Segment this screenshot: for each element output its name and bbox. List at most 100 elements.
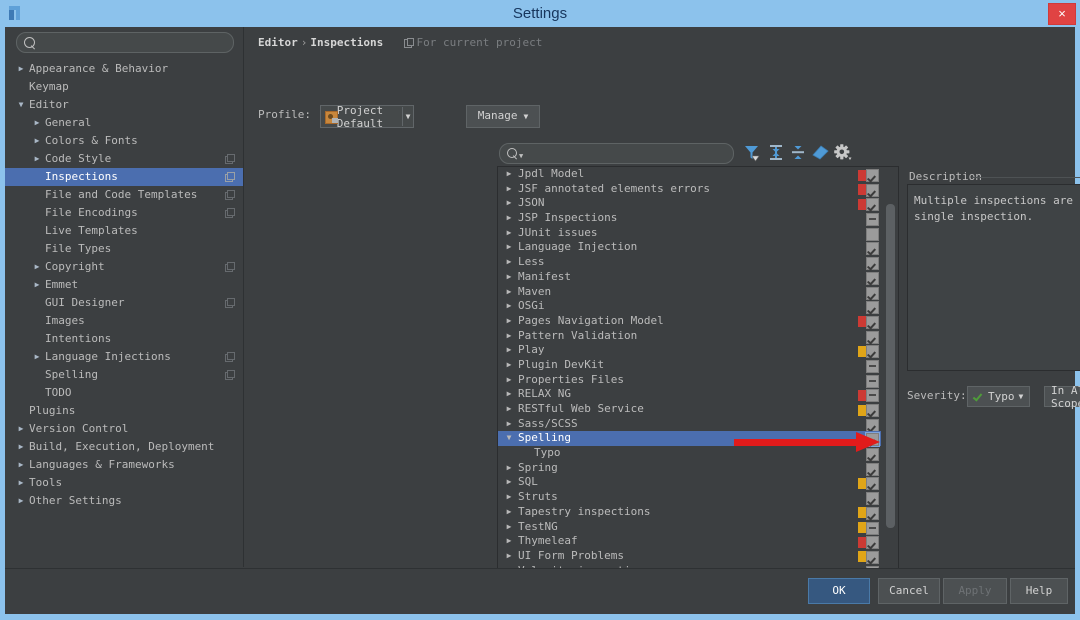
chevron-right-icon[interactable]: ▶ [15, 420, 27, 438]
inspection-checkbox[interactable] [866, 522, 879, 535]
inspection-checkbox-cell[interactable] [864, 520, 881, 535]
chevron-right-icon[interactable]: ▶ [31, 114, 43, 132]
inspection-checkbox-cell[interactable] [864, 373, 881, 388]
chevron-right-icon[interactable]: ▶ [15, 474, 27, 492]
inspection-row[interactable]: ▶RESTful Web Service [498, 402, 881, 417]
chevron-right-icon[interactable]: ▶ [503, 329, 515, 344]
inspection-checkbox[interactable] [866, 360, 879, 373]
sidebar-item-build-execution-deployment[interactable]: ▶Build, Execution, Deployment [5, 438, 243, 456]
inspection-row[interactable]: ▶Pages Navigation Model [498, 314, 881, 329]
chevron-right-icon[interactable]: ▶ [503, 505, 515, 520]
filter-funnel-icon[interactable] [740, 141, 762, 163]
inspection-checkbox[interactable] [866, 198, 879, 211]
chevron-right-icon[interactable]: ▶ [15, 60, 27, 78]
inspection-row[interactable]: ▶OSGi [498, 299, 881, 314]
inspection-row[interactable]: ▶Manifest [498, 270, 881, 285]
inspection-checkbox[interactable] [866, 345, 879, 358]
sidebar-item-inspections[interactable]: Inspections [5, 168, 243, 186]
inspection-checkbox[interactable] [866, 242, 879, 255]
severity-select[interactable]: Typo ▼ [967, 386, 1030, 407]
inspection-checkbox-cell[interactable] [864, 417, 881, 432]
chevron-right-icon[interactable]: ▶ [503, 520, 515, 535]
chevron-down-icon[interactable]: ▼ [503, 431, 515, 446]
chevron-right-icon[interactable]: ▶ [503, 343, 515, 358]
inspection-checkbox-cell[interactable] [864, 285, 881, 300]
inspection-row[interactable]: ▶Struts [498, 490, 881, 505]
inspection-row[interactable]: ▶Sass/SCSS [498, 417, 881, 432]
inspection-checkbox[interactable] [866, 536, 879, 549]
list-scrollbar-thumb[interactable] [886, 204, 895, 528]
breadcrumb-parent[interactable]: Editor [258, 36, 298, 49]
inspection-row[interactable]: ▶SQL [498, 475, 881, 490]
inspection-row[interactable]: ▶JUnit issues [498, 226, 881, 241]
sidebar-item-language-injections[interactable]: ▶Language Injections [5, 348, 243, 366]
inspection-row[interactable]: ▶JSON [498, 196, 881, 211]
sidebar-item-file-and-code-templates[interactable]: File and Code Templates [5, 186, 243, 204]
inspection-checkbox[interactable] [866, 492, 879, 505]
inspection-checkbox-cell[interactable] [864, 461, 881, 476]
inspection-row[interactable]: ▶Spring [498, 461, 881, 476]
inspection-checkbox-cell[interactable] [864, 255, 881, 270]
inspection-row[interactable]: ▶Pattern Validation [498, 329, 881, 344]
collapse-all-icon[interactable] [787, 141, 809, 163]
chevron-right-icon[interactable]: ▶ [31, 150, 43, 168]
inspection-checkbox[interactable] [866, 507, 879, 520]
inspection-checkbox-cell[interactable] [864, 240, 881, 255]
inspection-checkbox[interactable] [866, 316, 879, 329]
chevron-right-icon[interactable]: ▶ [503, 534, 515, 549]
inspection-checkbox[interactable] [866, 287, 879, 300]
scope-select[interactable]: In All Scopes ▼ [1044, 386, 1080, 407]
chevron-right-icon[interactable]: ▶ [15, 438, 27, 456]
sidebar-item-todo[interactable]: TODO [5, 384, 243, 402]
inspection-checkbox-cell[interactable] [864, 490, 881, 505]
chevron-down-icon[interactable]: ▼ [15, 96, 27, 114]
sidebar-item-other-settings[interactable]: ▶Other Settings [5, 492, 243, 510]
sidebar-item-copyright[interactable]: ▶Copyright [5, 258, 243, 276]
chevron-right-icon[interactable]: ▶ [503, 461, 515, 476]
inspections-list[interactable]: ▶Jpdl Model▶JSF annotated elements error… [497, 166, 899, 584]
inspection-checkbox-cell[interactable] [864, 475, 881, 490]
inspection-row[interactable]: ▶Thymeleaf [498, 534, 881, 549]
sidebar-item-tools[interactable]: ▶Tools [5, 474, 243, 492]
help-button[interactable]: Help [1010, 578, 1068, 604]
inspection-checkbox-cell[interactable] [864, 505, 881, 520]
sidebar-item-spelling[interactable]: Spelling [5, 366, 243, 384]
apply-button[interactable]: Apply [943, 578, 1007, 604]
inspection-row[interactable]: ▶Tapestry inspections [498, 505, 881, 520]
inspection-checkbox-cell[interactable] [864, 167, 881, 182]
chevron-right-icon[interactable]: ▶ [503, 270, 515, 285]
inspection-checkbox[interactable] [866, 477, 879, 490]
inspection-checkbox-cell[interactable] [864, 182, 881, 197]
chevron-right-icon[interactable]: ▶ [503, 196, 515, 211]
inspection-checkbox-cell[interactable] [864, 270, 881, 285]
chevron-right-icon[interactable]: ▶ [31, 348, 43, 366]
inspection-checkbox[interactable] [866, 463, 879, 476]
inspection-row[interactable]: ▶RELAX NG [498, 387, 881, 402]
inspection-checkbox[interactable] [866, 257, 879, 270]
chevron-right-icon[interactable]: ▶ [503, 211, 515, 226]
inspection-row[interactable]: ▶Properties Files [498, 373, 881, 388]
chevron-right-icon[interactable]: ▶ [503, 226, 515, 241]
sidebar-item-appearance-behavior[interactable]: ▶Appearance & Behavior [5, 60, 243, 78]
inspection-checkbox-cell[interactable] [864, 402, 881, 417]
sidebar-item-keymap[interactable]: Keymap [5, 78, 243, 96]
close-icon[interactable]: × [1048, 3, 1076, 25]
chevron-right-icon[interactable]: ▶ [15, 492, 27, 510]
settings-gear-icon[interactable] [831, 141, 853, 163]
inspection-row[interactable]: ▶JSP Inspections [498, 211, 881, 226]
inspection-checkbox[interactable] [866, 433, 879, 446]
inspection-checkbox-cell[interactable] [864, 343, 881, 358]
inspection-checkbox[interactable] [866, 551, 879, 564]
inspection-checkbox[interactable] [866, 228, 879, 241]
inspection-checkbox-cell[interactable] [864, 446, 881, 461]
chevron-right-icon[interactable]: ▶ [503, 167, 515, 182]
inspection-search-input[interactable]: ▼ [499, 143, 734, 164]
chevron-right-icon[interactable]: ▶ [503, 358, 515, 373]
inspection-checkbox-cell[interactable] [864, 314, 881, 329]
sidebar-item-languages-frameworks[interactable]: ▶Languages & Frameworks [5, 456, 243, 474]
sidebar-item-code-style[interactable]: ▶Code Style [5, 150, 243, 168]
inspection-checkbox[interactable] [866, 419, 879, 432]
sidebar-item-file-encodings[interactable]: File Encodings [5, 204, 243, 222]
inspection-checkbox[interactable] [866, 389, 879, 402]
sidebar-item-version-control[interactable]: ▶Version Control [5, 420, 243, 438]
